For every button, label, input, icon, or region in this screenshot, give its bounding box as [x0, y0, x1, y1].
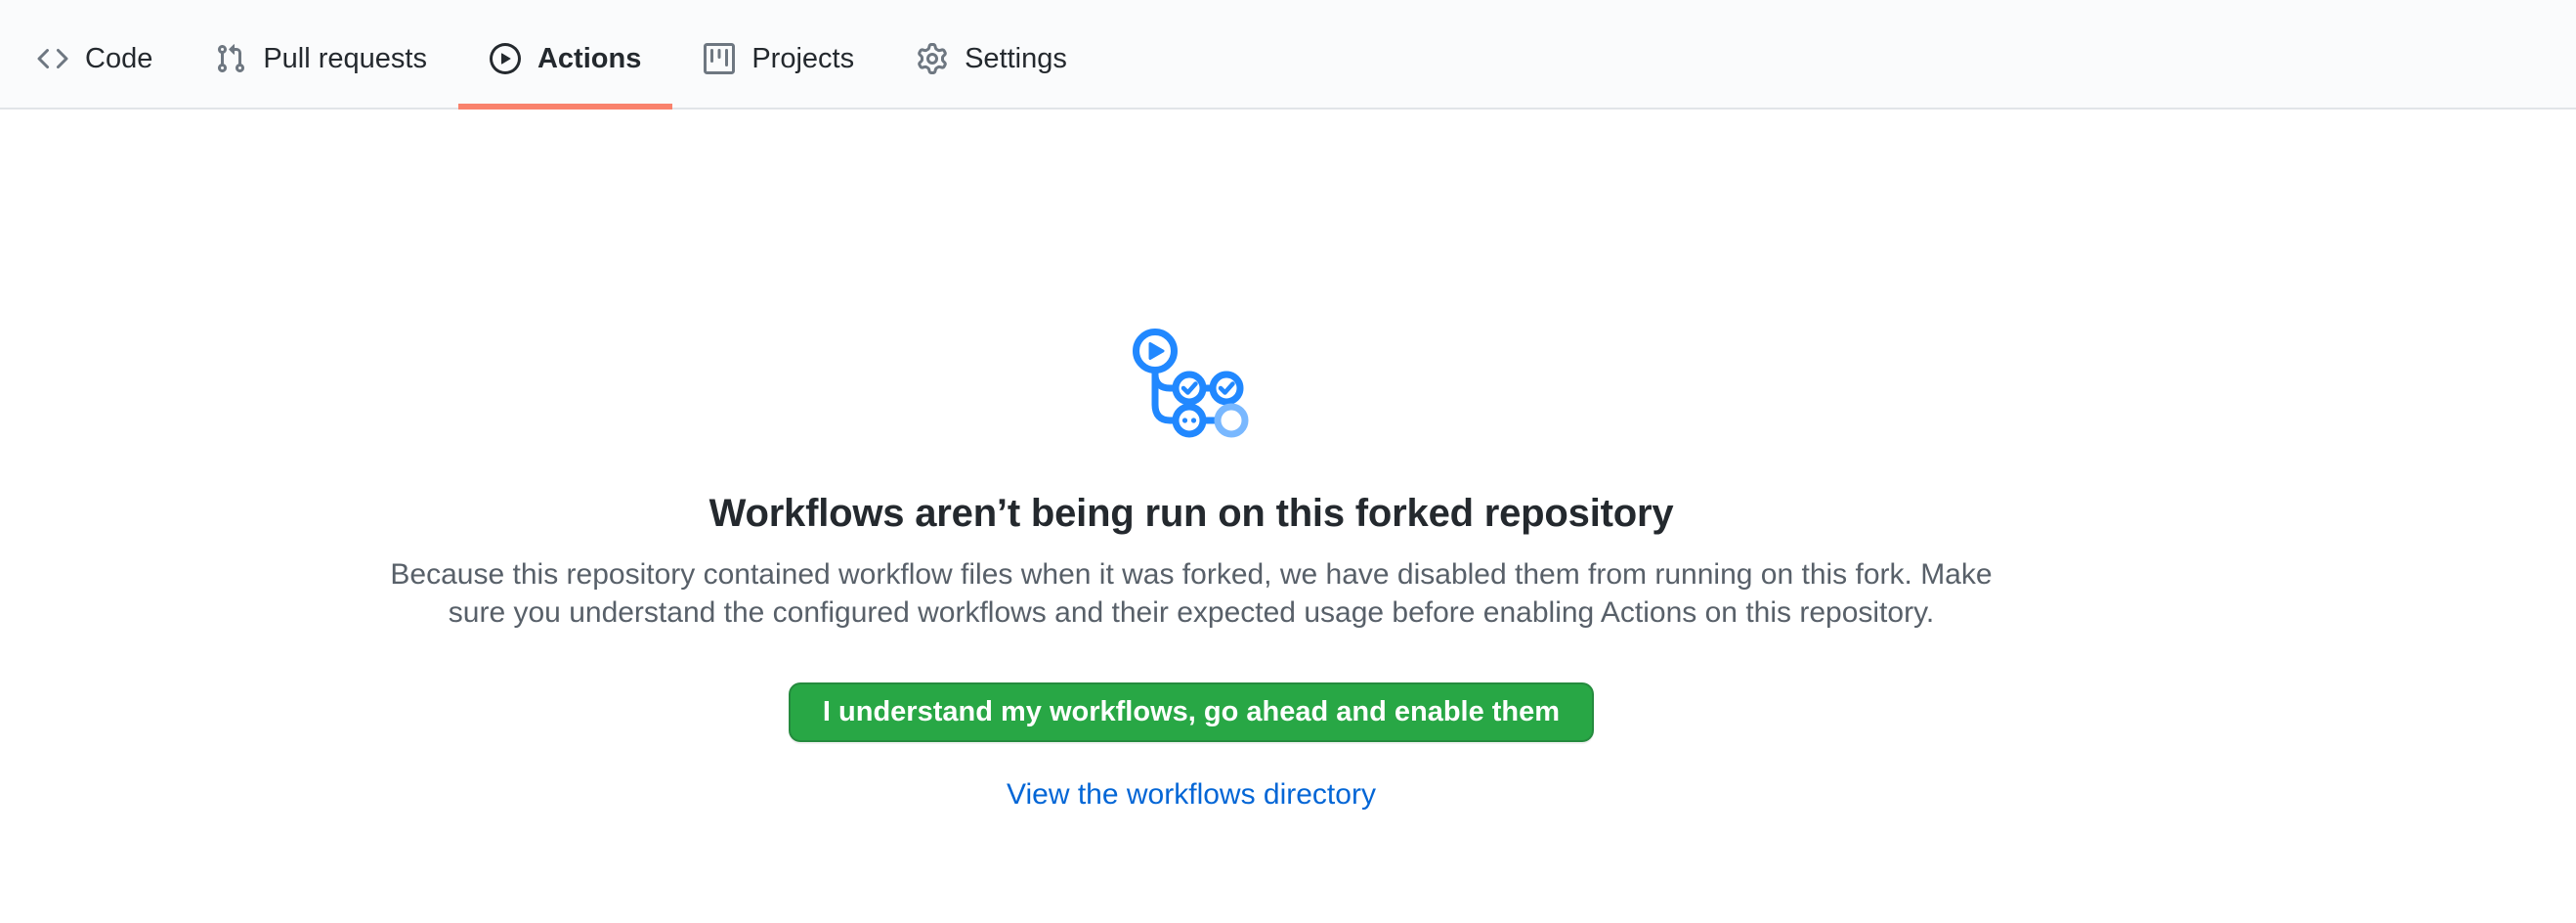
tab-pull-requests[interactable]: Pull requests — [184, 0, 458, 110]
repo-tab-bar: Code Pull requests Actions Projects Sett… — [0, 0, 2576, 110]
tab-label: Projects — [751, 43, 854, 75]
play-circle-icon — [490, 43, 521, 74]
blankslate-description: Because this repository contained workfl… — [390, 555, 1993, 632]
tab-projects[interactable]: Projects — [672, 0, 885, 110]
tab-label: Pull requests — [263, 43, 427, 75]
workflow-graph-icon — [1133, 329, 1250, 444]
tab-label: Actions — [537, 43, 641, 75]
tab-label: Code — [85, 43, 152, 75]
blankslate-heading: Workflows aren’t being run on this forke… — [709, 489, 1674, 538]
tab-label: Settings — [965, 43, 1067, 75]
actions-blankslate: Workflows aren’t being run on this forke… — [0, 110, 2576, 813]
tab-settings[interactable]: Settings — [885, 0, 1098, 110]
code-icon — [37, 43, 68, 74]
gear-icon — [917, 43, 948, 74]
git-pull-request-icon — [215, 43, 246, 74]
project-board-icon — [704, 43, 735, 74]
tab-actions[interactable]: Actions — [458, 0, 672, 110]
view-workflows-link[interactable]: View the workflows directory — [1007, 777, 1376, 813]
tab-code[interactable]: Code — [6, 0, 184, 110]
enable-workflows-button[interactable]: I understand my workflows, go ahead and … — [789, 682, 1594, 742]
